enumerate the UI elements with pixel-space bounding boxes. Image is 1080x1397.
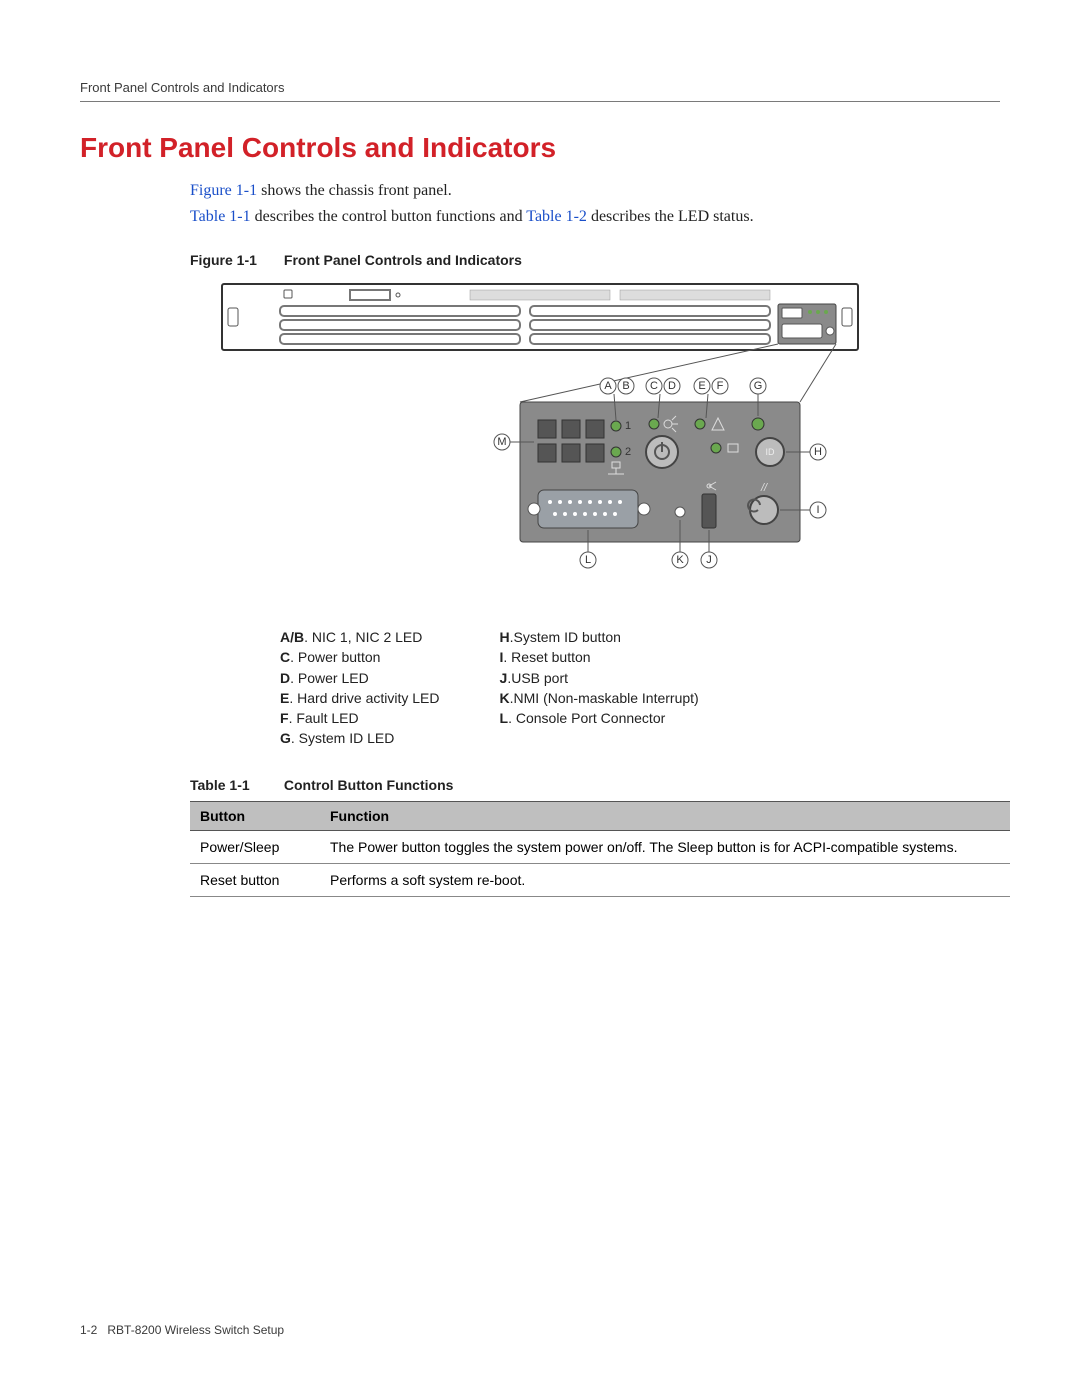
- svg-text:I: I: [816, 504, 819, 516]
- svg-text:M: M: [497, 436, 506, 448]
- svg-text:C: C: [650, 380, 658, 392]
- page-title: Front Panel Controls and Indicators: [80, 132, 1000, 164]
- table-title: Control Button Functions: [284, 777, 454, 793]
- vent-grill: [470, 290, 770, 300]
- footer-doc-title: RBT-8200 Wireless Switch Setup: [107, 1323, 284, 1337]
- figure-caption: Figure 1-1 Front Panel Controls and Indi…: [80, 252, 1000, 268]
- svg-text:K: K: [676, 554, 684, 566]
- table-caption: Table 1-1 Control Button Functions: [80, 777, 1000, 793]
- table-1-2-link[interactable]: Table 1-2: [526, 208, 587, 225]
- footer-page-number: 1-2: [80, 1323, 97, 1337]
- svg-text:A: A: [604, 380, 612, 392]
- table-1-1-link[interactable]: Table 1-1: [190, 208, 251, 225]
- svg-text:F: F: [717, 380, 724, 392]
- svg-text://: //: [760, 482, 768, 494]
- svg-text:1: 1: [625, 420, 631, 432]
- svg-text:D: D: [668, 380, 676, 392]
- svg-text:G: G: [754, 380, 763, 392]
- col-function: Function: [320, 801, 1010, 830]
- svg-text:2: 2: [625, 446, 631, 458]
- svg-text:ID: ID: [766, 447, 776, 457]
- svg-text:E: E: [698, 380, 705, 392]
- svg-text:L: L: [585, 554, 591, 566]
- intro-para-1: Figure 1-1 shows the chassis front panel…: [80, 182, 1000, 200]
- col-button: Button: [190, 801, 320, 830]
- table-row: Power/Sleep The Power button toggles the…: [190, 830, 1010, 863]
- control-button-functions-table: Button Function Power/Sleep The Power bu…: [190, 801, 1010, 897]
- figure-legend: A/B. NIC 1, NIC 2 LED C. Power button D.…: [280, 627, 1000, 749]
- intro-para-2: Table 1-1 describes the control button f…: [80, 208, 1000, 226]
- svg-text:H: H: [814, 446, 822, 458]
- legend-left-col: A/B. NIC 1, NIC 2 LED C. Power button D.…: [280, 627, 440, 749]
- front-panel-diagram: 1 2: [220, 282, 860, 587]
- svg-text:J: J: [706, 554, 712, 566]
- running-head: Front Panel Controls and Indicators: [80, 80, 1000, 102]
- legend-right-col: H.System ID button I. Reset button J.USB…: [500, 627, 699, 749]
- figure-title: Front Panel Controls and Indicators: [284, 252, 522, 268]
- figure-1-1-link[interactable]: Figure 1-1: [190, 182, 257, 199]
- page-footer: 1-2 RBT-8200 Wireless Switch Setup: [80, 1323, 284, 1337]
- intro-para-1-rest: shows the chassis front panel.: [257, 182, 452, 199]
- table-row: Reset button Performs a soft system re-b…: [190, 863, 1010, 896]
- figure-number: Figure 1-1: [190, 252, 280, 268]
- table-number: Table 1-1: [190, 777, 280, 793]
- svg-text:B: B: [622, 380, 629, 392]
